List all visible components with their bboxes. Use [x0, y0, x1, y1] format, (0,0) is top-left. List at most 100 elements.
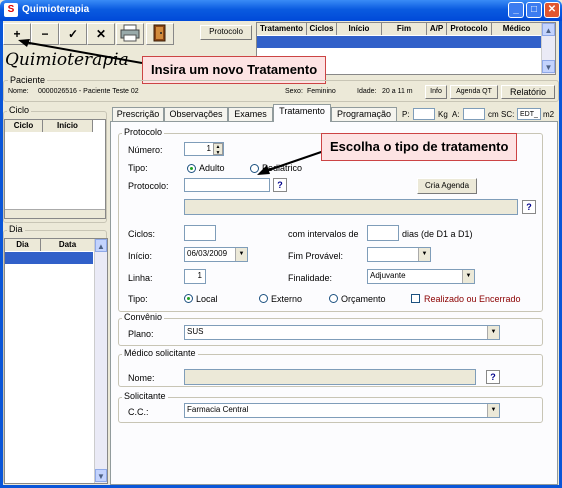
callout-choose-type: Escolha o tipo de tratamento: [321, 133, 518, 161]
radio-local-label: Local: [196, 294, 218, 304]
protocol-label: Protocolo:: [128, 181, 169, 191]
cc-value: Farmacia Central: [187, 405, 249, 414]
start-label: Início:: [128, 251, 153, 261]
day-scroll-down-icon[interactable]: ▼: [95, 469, 107, 482]
cycle-hscrollbar[interactable]: [5, 209, 105, 218]
sc-input[interactable]: EDT_: [517, 108, 541, 120]
plan-label: Plano:: [128, 329, 154, 339]
interval-input[interactable]: [367, 225, 399, 241]
tab-tratamento[interactable]: Tratamento: [273, 104, 331, 122]
col-protocolo: Protocolo: [447, 23, 492, 35]
day-scroll-up-icon[interactable]: ▲: [95, 239, 107, 252]
col-dia: Dia: [5, 239, 41, 251]
cycles-input[interactable]: [184, 225, 216, 241]
start-date-picker[interactable]: 06/03/2009 ▼: [184, 247, 248, 262]
minimize-button[interactable]: _: [508, 2, 524, 18]
sc-label: SC:: [501, 110, 515, 119]
window-title: Quimioterapia: [22, 4, 90, 15]
radio-orcamento[interactable]: [329, 294, 338, 303]
sex-value: Feminino: [307, 88, 336, 95]
radio-adulto[interactable]: [187, 164, 196, 173]
purpose-select[interactable]: Adjuvante ▼: [367, 269, 475, 284]
day-scrollbar[interactable]: ▲ ▼: [94, 239, 107, 483]
protocol-search-button[interactable]: ?: [273, 178, 287, 192]
scroll-up-icon[interactable]: ▲: [542, 23, 555, 36]
agenda-qt-button[interactable]: Agenda QT: [450, 85, 498, 99]
col-medico: Médico: [492, 23, 542, 35]
tab-programacao[interactable]: Programação: [331, 107, 397, 122]
patient-name-label: Nome:: [8, 88, 29, 95]
age-label: Idade:: [357, 88, 377, 95]
end-dropdown-icon[interactable]: ▼: [418, 248, 430, 261]
plan-dropdown-icon[interactable]: ▼: [487, 326, 499, 339]
scroll-down-icon[interactable]: ▼: [542, 60, 555, 73]
doctor-name-label: Nome:: [128, 373, 155, 383]
tab-exames[interactable]: Exames: [228, 107, 273, 122]
grid-scrollbar[interactable]: ▲ ▼: [541, 23, 555, 74]
weight-label: P:: [402, 110, 410, 119]
m2-label: m2: [543, 110, 555, 119]
col-ap: A/P: [427, 23, 447, 35]
start-dropdown-icon[interactable]: ▼: [235, 248, 247, 261]
cc-label: C.C.:: [128, 407, 149, 417]
protocol-description: [184, 199, 518, 215]
cycle-legend: Ciclo: [7, 105, 32, 115]
start-date-value: 06/03/2009: [187, 249, 228, 258]
line-label: Linha:: [128, 273, 153, 283]
end-date-picker[interactable]: ▼: [367, 247, 431, 262]
line-input[interactable]: 1: [184, 269, 206, 284]
cc-select[interactable]: Farmacia Central ▼: [184, 403, 500, 418]
maximize-button[interactable]: □: [526, 2, 542, 18]
weight-input[interactable]: [413, 108, 435, 120]
done-checkbox[interactable]: [411, 294, 420, 303]
report-button[interactable]: Relatório: [501, 85, 555, 99]
purpose-value: Adjuvante: [370, 271, 406, 280]
cycle-list[interactable]: Ciclo Início: [4, 119, 106, 219]
number-spinner[interactable]: ▲ ▼: [213, 143, 223, 156]
selected-day-row[interactable]: [5, 252, 93, 264]
day-list[interactable]: Dia Data ▲ ▼: [4, 238, 108, 484]
cm-label: cm: [488, 110, 499, 119]
doctor-search-button[interactable]: ?: [486, 370, 500, 384]
cc-dropdown-icon[interactable]: ▼: [487, 404, 499, 417]
app-icon: S: [4, 3, 18, 17]
radio-externo-label: Externo: [271, 294, 303, 304]
patient-name: 0000026516 - Paciente Teste 02: [38, 88, 139, 95]
tab-prescricao[interactable]: Prescrição: [112, 107, 164, 122]
patient-legend: Paciente: [8, 75, 48, 85]
exit-button[interactable]: [146, 23, 174, 45]
purpose-dropdown-icon[interactable]: ▼: [462, 270, 474, 283]
requester-legend: Solicitante: [122, 391, 168, 401]
col-ciclos: Ciclos: [307, 23, 337, 35]
close-window-button[interactable]: ✕: [544, 2, 560, 18]
doctor-name-input: [184, 369, 476, 385]
plan-value: SUS: [187, 327, 204, 336]
protocol-description-button[interactable]: ?: [522, 200, 536, 214]
create-agenda-button[interactable]: Cria Agenda: [417, 178, 477, 194]
protocol-button[interactable]: Protocolo: [200, 25, 252, 40]
kg-label: Kg: [438, 110, 448, 119]
interval-label: com intervalos de: [288, 229, 359, 239]
col-ciclo: Ciclo: [5, 120, 43, 132]
radio-local[interactable]: [184, 294, 193, 303]
number-label: Número:: [128, 145, 163, 155]
radio-externo[interactable]: [259, 294, 268, 303]
spin-down-icon[interactable]: ▼: [216, 150, 221, 156]
door-exit-icon: [153, 24, 166, 42]
protocol-input[interactable]: [184, 178, 270, 192]
height-input[interactable]: [463, 108, 485, 120]
plan-select[interactable]: SUS ▼: [184, 325, 500, 340]
radio-adulto-label: Adulto: [199, 163, 225, 173]
purpose-label: Finalidade:: [288, 273, 333, 283]
end-label: Fim Provável:: [288, 251, 344, 261]
tab-observacoes[interactable]: Observações: [164, 107, 228, 122]
title-bar: S Quimioterapia _ □ ✕: [0, 0, 562, 21]
info-button[interactable]: Info: [425, 85, 447, 99]
age-value: 20 a 11 m: [382, 88, 413, 95]
protocol-legend: Protocolo: [122, 127, 165, 137]
selected-treatment-row[interactable]: [257, 36, 541, 48]
arrow-to-add: [18, 39, 143, 64]
sex-label: Sexo:: [285, 88, 303, 95]
height-label: A:: [452, 110, 460, 119]
cycles-label: Ciclos:: [128, 229, 156, 239]
